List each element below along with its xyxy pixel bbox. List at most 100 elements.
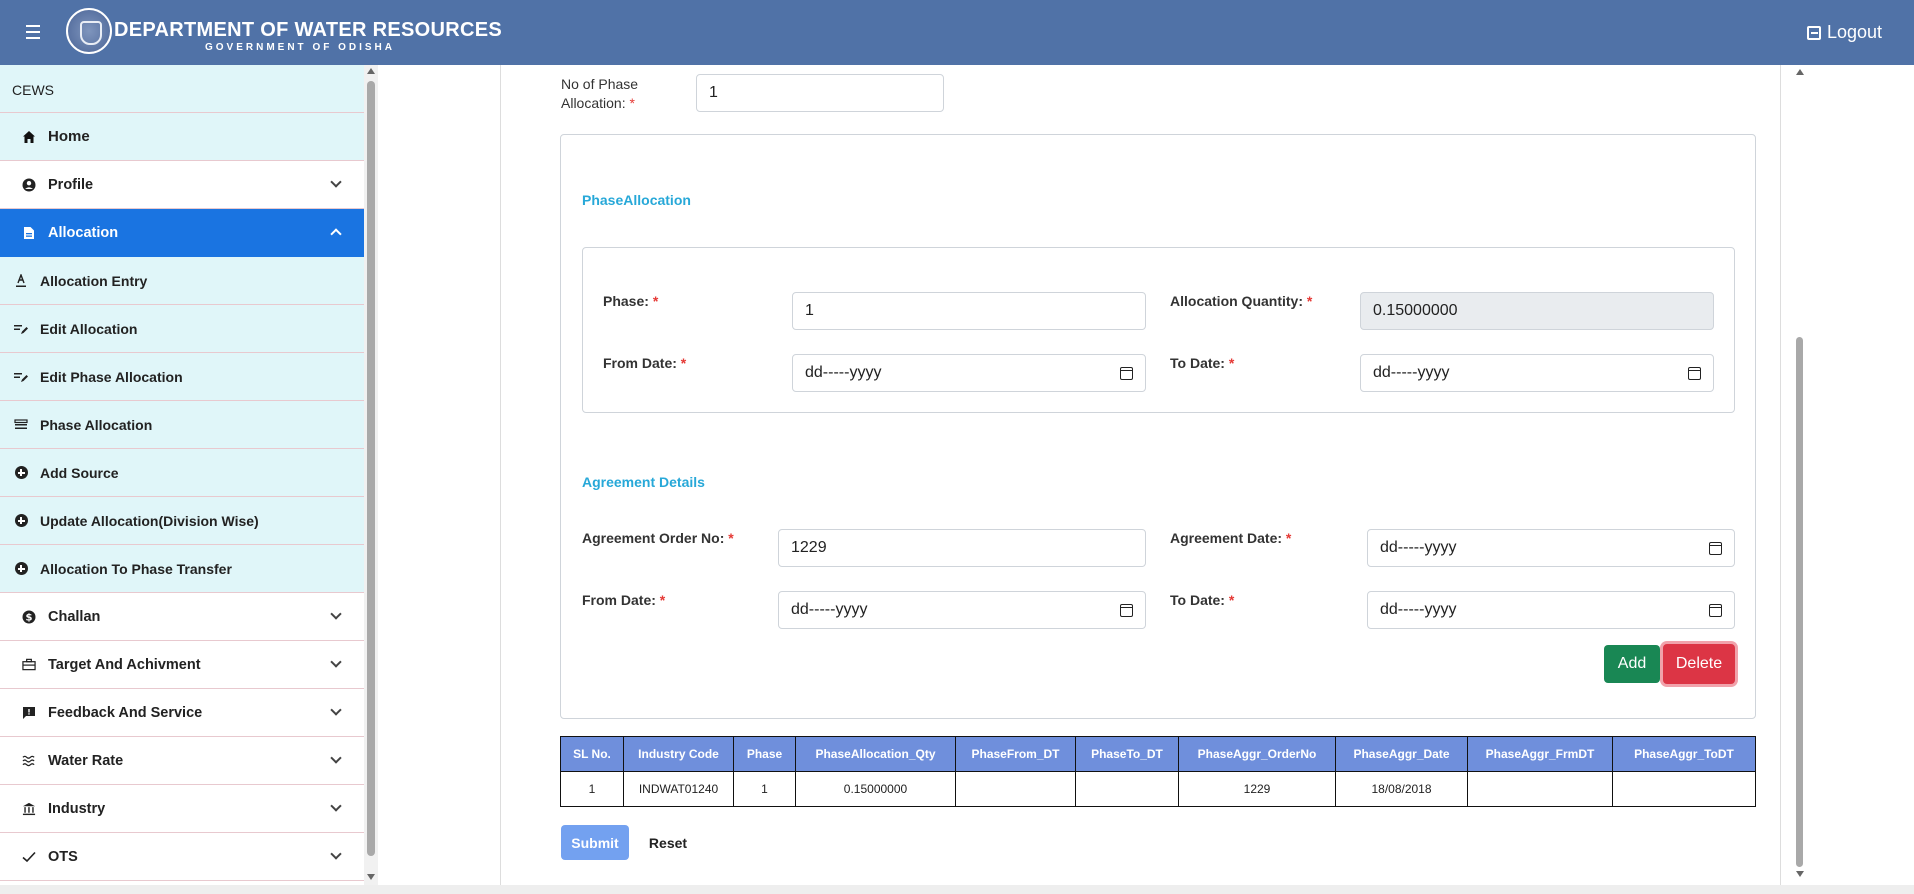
allocation-quantity-label-text: Allocation Quantity: [1170, 293, 1303, 309]
agreement-order-label: Agreement Order No: * [582, 530, 734, 546]
date-placeholder: dd-----yyyy [805, 364, 882, 381]
sidebar-item-challan[interactable]: $ Challan [0, 593, 364, 641]
sidebar-item-allocation[interactable]: Allocation [0, 209, 364, 257]
agreement-to-date-label: To Date: * [1170, 592, 1234, 608]
sidebar-item-industry[interactable]: Industry [0, 785, 364, 833]
sidebar-item-target-and-achivment[interactable]: Target And Achivment [0, 641, 364, 689]
sidebar-scrollbar[interactable] [364, 65, 378, 885]
horizontal-scrollbar[interactable] [0, 885, 1914, 894]
sidebar-item-allocation-to-phase-transfer[interactable]: Allocation To Phase Transfer [0, 545, 364, 593]
required-marker: * [659, 592, 666, 608]
table-cell: 0.15000000 [795, 771, 956, 807]
sidebar-item-label: Home [48, 128, 90, 145]
chevron-up-icon [330, 228, 342, 240]
sidebar-item-label: Feedback And Service [48, 704, 203, 721]
phase-from-date-input[interactable]: dd-----yyyy [792, 354, 1146, 392]
phase-to-date-input[interactable]: dd-----yyyy [1360, 354, 1714, 392]
phase-to-date-label-text: To Date: [1170, 355, 1225, 371]
plus-circle-icon [14, 562, 28, 576]
calendar-icon[interactable] [1709, 603, 1722, 617]
phase-from-date-label: From Date: * [603, 355, 686, 371]
logout-button[interactable]: Logout [1806, 22, 1882, 43]
scroll-down-arrow-icon[interactable] [1796, 871, 1804, 877]
calendar-icon[interactable] [1120, 603, 1133, 617]
sidebar-item-label: OTS [48, 848, 78, 865]
phase-to-date-label: To Date: * [1170, 355, 1234, 371]
sidebar-item-feedback-and-service[interactable]: Feedback And Service [0, 689, 364, 737]
sidebar-scroll-thumb[interactable] [367, 81, 375, 856]
sidebar-item-label: Update Allocation(Division Wise) [40, 512, 259, 529]
sidebar-item-label: Edit Allocation [40, 320, 138, 337]
allocation-quantity-input[interactable]: 0.15000000 [1360, 292, 1714, 330]
bank-icon [22, 802, 36, 816]
sidebar-item-home[interactable]: Home [0, 113, 364, 161]
phase-value: 1 [805, 302, 814, 319]
sidebar-item-ots[interactable]: OTS [0, 833, 364, 881]
sidebar: CEWS Home Profile Allocation Allocation … [0, 65, 364, 885]
dollar-circle-icon: $ [22, 610, 36, 624]
agreement-from-date-label: From Date: * [582, 592, 665, 608]
agreement-order-input[interactable]: 1229 [778, 529, 1146, 567]
column-header: Industry Code [623, 736, 734, 772]
chevron-down-icon [330, 800, 342, 812]
required-marker: * [728, 530, 734, 546]
calendar-icon[interactable] [1688, 366, 1701, 380]
agreement-from-date-input[interactable]: dd-----yyyy [778, 591, 1146, 629]
required-marker: * [652, 293, 659, 309]
scroll-down-arrow-icon[interactable] [367, 874, 375, 880]
agreement-date-label: Agreement Date: * [1170, 530, 1291, 546]
required-marker: * [1228, 355, 1235, 371]
no-of-phase-label: No of Phase Allocation: * [561, 75, 638, 113]
phase-label-text: Phase: [603, 293, 649, 309]
main-scroll-thumb[interactable] [1796, 337, 1803, 867]
calendar-icon[interactable] [1120, 366, 1133, 380]
logout-icon [1806, 25, 1821, 40]
sidebar-title: CEWS [0, 65, 364, 113]
add-button[interactable]: Add [1604, 645, 1660, 683]
chevron-down-icon [330, 176, 342, 188]
sidebar-item-add-source[interactable]: Add Source [0, 449, 364, 497]
sidebar-item-update-allocation[interactable]: Update Allocation(Division Wise) [0, 497, 364, 545]
hamburger-menu-icon[interactable] [26, 25, 46, 41]
phase-label: Phase: * [603, 293, 658, 309]
submit-button[interactable]: Submit [561, 825, 629, 860]
main-scrollbar[interactable] [1790, 65, 1810, 885]
scroll-up-arrow-icon[interactable] [367, 68, 375, 74]
required-marker: * [1228, 592, 1235, 608]
calendar-icon[interactable] [1709, 541, 1722, 555]
table-cell: 1229 [1178, 771, 1336, 807]
table-cell: 1 [733, 771, 796, 807]
sidebar-item-water-rate[interactable]: Water Rate [0, 737, 364, 785]
top-header: DEPARTMENT OF WATER RESOURCES GOVERNMENT… [0, 0, 1914, 65]
table-cell: 18/08/2018 [1335, 771, 1468, 807]
chevron-down-icon [330, 656, 342, 668]
no-of-phase-input[interactable]: 1 [696, 74, 944, 112]
phase-allocation-container [560, 134, 1756, 719]
reset-button[interactable]: Reset [645, 825, 691, 860]
scroll-up-arrow-icon[interactable] [1796, 69, 1804, 75]
department-title: DEPARTMENT OF WATER RESOURCES [114, 19, 502, 41]
column-header: PhaseAggr_OrderNo [1178, 736, 1336, 772]
sidebar-item-label: Profile [48, 176, 94, 193]
sidebar-item-phase-allocation[interactable]: Phase Allocation [0, 401, 364, 449]
agreement-from-date-label-text: From Date: [582, 592, 656, 608]
sidebar-item-allocation-entry[interactable]: Allocation Entry [0, 257, 364, 305]
date-placeholder: dd-----yyyy [1373, 364, 1450, 381]
column-header: PhaseAggr_ToDT [1612, 736, 1756, 772]
column-header: PhaseAggr_FrmDT [1467, 736, 1613, 772]
sidebar-item-label: Add Source [40, 464, 119, 481]
sidebar-item-label: Water Rate [48, 752, 124, 769]
agreement-details-section-title: Agreement Details [582, 474, 705, 490]
column-header: Phase [733, 736, 796, 772]
phase-input[interactable]: 1 [792, 292, 1146, 330]
sidebar-item-profile[interactable]: Profile [0, 161, 364, 209]
delete-button[interactable]: Delete [1663, 644, 1735, 684]
sidebar-item-edit-allocation[interactable]: Edit Allocation [0, 305, 364, 353]
sidebar-item-edit-phase-allocation[interactable]: Edit Phase Allocation [0, 353, 364, 401]
agreement-date-input[interactable]: dd-----yyyy [1367, 529, 1735, 567]
agreement-to-date-input[interactable]: dd-----yyyy [1367, 591, 1735, 629]
text-underline-icon [14, 273, 28, 288]
sidebar-item-label: Allocation Entry [40, 272, 148, 289]
required-marker: * [629, 95, 635, 111]
no-of-phase-label-line2: Allocation: [561, 95, 626, 111]
